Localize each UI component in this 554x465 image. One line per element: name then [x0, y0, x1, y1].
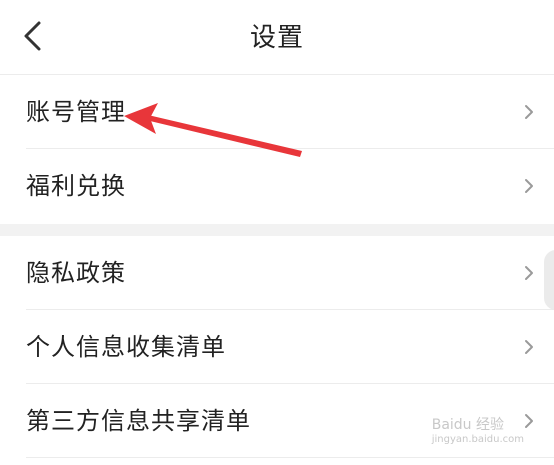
settings-item-label: 福利兑换	[26, 172, 126, 200]
navigation-bar: 设置	[0, 0, 554, 75]
watermark: Baidu 经验 jingyan.baidu.com	[432, 414, 524, 445]
group-separator	[0, 224, 554, 236]
settings-item-label: 第三方信息共享清单	[26, 407, 251, 435]
chevron-right-icon	[525, 266, 533, 280]
watermark-text: Baidu 经验	[431, 417, 505, 433]
settings-item-account-management[interactable]: 账号管理	[0, 75, 554, 149]
settings-item-label: 隐私政策	[26, 259, 126, 287]
settings-item-privacy-policy[interactable]: 隐私政策	[0, 236, 554, 310]
page-title: 设置	[249, 23, 304, 53]
settings-item-benefits-exchange[interactable]: 福利兑换	[0, 149, 554, 223]
row-divider	[26, 457, 554, 458]
settings-group-account: 账号管理 福利兑换	[0, 75, 554, 223]
settings-item-label: 账号管理	[26, 98, 126, 126]
chevron-right-icon	[525, 105, 533, 119]
settings-item-label: 个人信息收集清单	[26, 333, 226, 361]
chevron-right-icon	[525, 179, 533, 193]
floating-edge-handle[interactable]	[544, 250, 554, 310]
chevron-right-icon	[525, 340, 533, 354]
chevron-right-icon	[525, 414, 533, 428]
settings-item-personal-info-list[interactable]: 个人信息收集清单	[0, 310, 554, 384]
watermark-subtext: jingyan.baidu.com	[431, 434, 524, 445]
settings-screen: 设置 账号管理 福利兑换 隐私政策 个人信息收集清单 第三方信息共享清单 Bai…	[0, 0, 554, 465]
